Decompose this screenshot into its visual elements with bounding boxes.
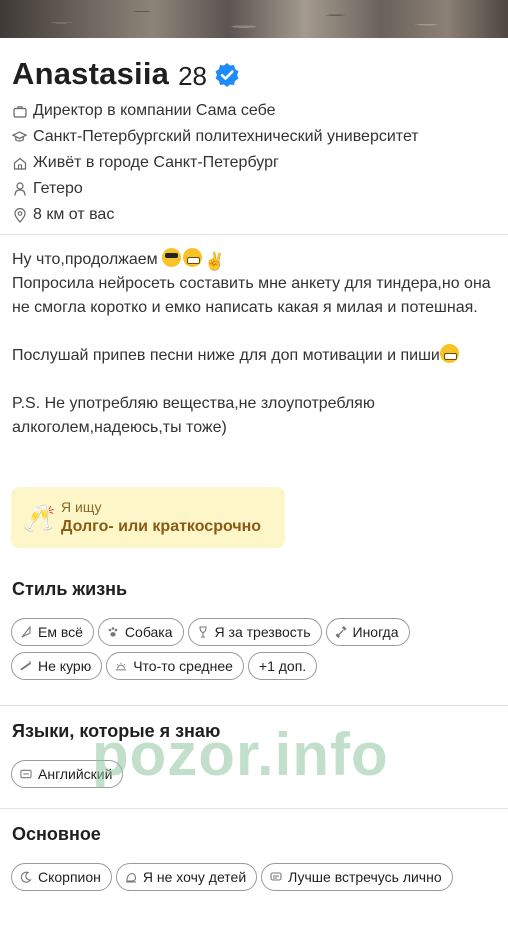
dumbbell-icon [334,626,347,638]
bio-line-1: Ну что,продолжаем ✌ [12,248,500,272]
lifestyle-chips: Ем всё Собака Я за трезвость Иногда Не к… [11,618,501,680]
chip-label: Собака [124,624,173,640]
chip-label: Иногда [352,624,399,640]
chip-label: Английский [38,766,113,782]
baby-icon [125,871,137,883]
info-job-text: Директор в компании Сама себе [33,102,276,119]
info-education: Санкт-Петербургский политехнический унив… [12,124,419,150]
profile-age: 28 [178,60,207,91]
bio-gap [12,320,500,344]
looking-for-card: 🥂 Я ищу Долго- или краткосрочно [11,487,285,548]
info-city: Живёт в городе Санкт-Петербург [12,150,419,176]
language-icon [20,768,32,780]
sign-of-horns-emoji-icon: ✌ [204,252,226,271]
glass-icon [197,626,209,638]
chip-more[interactable]: +1 доп. [247,652,318,680]
bio-line-3-text: Послушай припев песни ниже для доп мотив… [12,347,440,364]
chat-icon [270,871,282,883]
profile-info-list: Директор в компании Сама себе Санкт-Пете… [12,98,419,228]
divider [0,234,508,235]
briefcase-icon [12,104,27,119]
chip-label: Не курю [38,658,92,674]
no-smoking-icon [20,660,32,672]
bio-gap [12,368,500,392]
chip-social[interactable]: Что-то среднее [106,652,244,680]
grimacing-emoji-icon [183,248,203,267]
divider [0,808,508,809]
profile-header: Anastasiia 28 [12,56,240,92]
moon-icon [20,871,32,883]
info-job: Директор в компании Сама себе [12,98,419,124]
location-pin-icon [12,207,27,223]
champagne-glasses-icon: 🥂 [23,503,56,533]
chip-language[interactable]: Английский [11,760,124,788]
paw-icon [107,626,119,638]
bio-line-2: Попросила нейросеть составить мне анкету… [12,275,491,316]
person-icon [12,182,27,197]
profile-name: Anastasiia [12,56,170,91]
chip-label: Скорпион [38,869,101,885]
chip-label: Я за трезвость [214,624,311,640]
verified-badge-icon [214,62,240,88]
graduation-cap-icon [12,130,27,145]
chip-zodiac[interactable]: Скорпион [11,863,112,891]
grinning-emoji-icon [439,344,459,363]
bio-section: Ну что,продолжаем ✌ Попросила нейросеть … [12,248,500,440]
info-distance: 8 км от вас [12,202,419,228]
basics-title: Основное [12,824,101,844]
chip-label: Что-то среднее [133,658,233,674]
sunglasses-emoji-icon [162,248,182,267]
languages-title: Языки, которые я знаю [12,721,221,741]
info-city-text: Живёт в городе Санкт-Петербург [33,154,279,171]
food-icon [20,626,32,638]
info-orientation: Гетеро [12,176,419,202]
bio-line-3: Послушай припев песни ниже для доп мотив… [12,344,500,368]
bio-line-1-text: Ну что,продолжаем [12,251,158,268]
chip-label: Я не хочу детей [142,869,247,885]
lifestyle-title: Стиль жизнь [12,579,128,599]
chip-label: Ем всё [38,624,83,640]
chip-drinking[interactable]: Я за трезвость [187,618,322,646]
bio-line-4: P.S. Не употребляю вещества,не злоупотре… [12,395,375,436]
looking-for-value: Долго- или краткосрочно [61,518,262,535]
info-orientation-text: Гетеро [33,180,83,197]
photo-texture [0,0,508,38]
basics-chips: Скорпион Я не хочу детей Лучше встречусь… [11,863,501,891]
chip-workout[interactable]: Иногда [325,618,410,646]
chip-label: Лучше встречусь лично [288,869,442,885]
looking-for-label: Я ищу [61,499,102,515]
profile-photo[interactable] [0,0,508,38]
chip-children[interactable]: Я не хочу детей [115,863,258,891]
chip-communication[interactable]: Лучше встречусь лично [261,863,453,891]
chip-pets[interactable]: Собака [97,618,184,646]
languages-chips: Английский [11,760,501,788]
sunset-icon [115,660,127,672]
info-distance-text: 8 км от вас [33,206,115,223]
divider [0,705,508,706]
chip-diet[interactable]: Ем всё [11,618,94,646]
chip-smoking[interactable]: Не курю [11,652,103,680]
info-education-text: Санкт-Петербургский политехнический унив… [33,128,419,145]
home-icon [12,156,27,171]
chip-label: +1 доп. [258,658,307,674]
